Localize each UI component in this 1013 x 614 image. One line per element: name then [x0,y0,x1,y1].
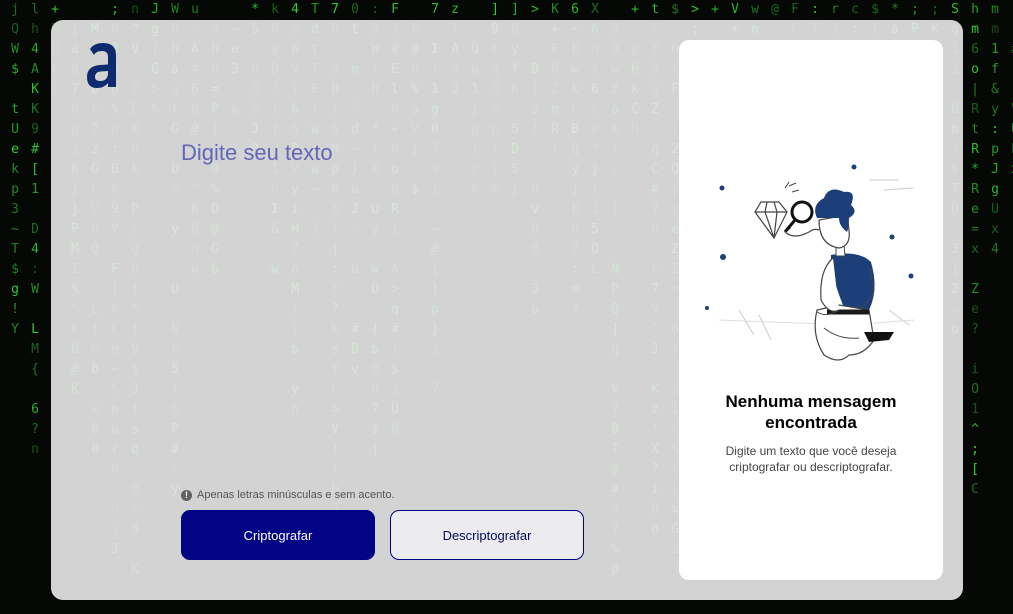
decrypt-button[interactable]: Descriptografar [390,510,584,560]
message-input[interactable] [181,140,661,460]
search-illustration-icon [705,164,915,361]
empty-state-title: Nenhuma mensagem encontrada [725,392,897,432]
encrypt-button-label: Criptografar [243,527,313,543]
encrypt-button[interactable]: Criptografar [181,510,375,560]
matrix-column: h m 6 o | Rt R * Re = x Ze? i O 1 ^;[C [971,2,979,497]
empty-state-description: Digite um texto que você deseja criptogr… [725,444,897,474]
result-panel: Nenhuma mensagem encontrada Digite um te… [679,40,943,580]
matrix-column: m m 1 f & y: p Jg Ux 4 [991,2,999,257]
hint-text: Apenas letras minúsculas e sem acento. [197,489,395,501]
matrix-column: # ;VUBx [1008,0,1013,614]
main-card: ! Apenas letras minúsculas e sem acento.… [51,20,963,600]
info-icon: ! [181,489,192,501]
matrix-column: l h 4 A K K 9 #[1 D4:W L M{ 6? n [31,2,39,457]
alura-logo-icon [87,43,116,88]
input-hint: ! Apenas letras minúsculas e sem acento. [181,488,395,502]
decrypt-button-label: Descriptografar [442,527,532,543]
matrix-column: j Q W $ t Ue k p 3 ~ T $ g! Y [11,2,19,337]
